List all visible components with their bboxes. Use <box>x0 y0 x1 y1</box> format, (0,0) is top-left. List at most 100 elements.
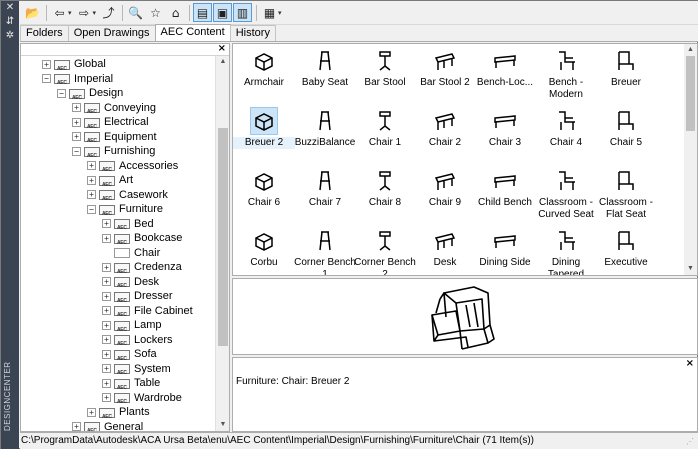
expand-icon[interactable]: + <box>72 422 81 431</box>
tree-node-accessories[interactable]: + AEC Accessories <box>87 159 178 173</box>
tree-node-bed[interactable]: + AEC Bed <box>102 217 154 231</box>
content-item-corbu[interactable]: Corbu <box>233 226 295 275</box>
expand-icon[interactable]: + <box>102 277 111 286</box>
content-item-corner-bench-2[interactable]: Corner Bench 2 <box>354 226 416 275</box>
tree-view-toggle-icon[interactable]: ▤ <box>193 3 213 22</box>
tree-node-dresser[interactable]: + AEC Dresser <box>102 289 173 304</box>
content-item-chair-4[interactable]: Chair 4 <box>535 106 597 164</box>
content-item-breuer[interactable]: Breuer <box>595 46 657 104</box>
tab-aec-content[interactable]: AEC Content <box>154 24 231 41</box>
expand-icon[interactable]: + <box>102 335 111 344</box>
tree-node-equipment[interactable]: + AEC Equipment <box>72 130 157 144</box>
content-item-breuer-2[interactable]: Breuer 2 <box>233 106 295 164</box>
expand-icon[interactable]: + <box>72 132 81 141</box>
views-icon[interactable]: ▦ <box>260 3 279 22</box>
content-item-desk[interactable]: Desk <box>414 226 476 275</box>
tree-node-furniture[interactable]: − AEC Furniture <box>87 202 163 217</box>
content-item-chair-3[interactable]: Chair 3 <box>474 106 536 164</box>
expand-icon[interactable]: + <box>102 393 111 402</box>
back-icon[interactable]: ⇦ <box>50 3 69 22</box>
content-item-dining-side[interactable]: Dining Side <box>474 226 536 275</box>
tree-node-plants[interactable]: + AEC Plants <box>87 405 150 420</box>
tab-history[interactable]: History <box>229 25 276 41</box>
content-item-chair-6[interactable]: Chair 6 <box>233 166 295 224</box>
expand-icon[interactable]: + <box>102 262 111 272</box>
expand-icon[interactable]: + <box>87 161 96 170</box>
scroll-up-icon[interactable]: ▲ <box>684 44 697 56</box>
tree-node-sofa[interactable]: + AEC Sofa <box>102 347 157 362</box>
content-item-child-bench[interactable]: Child Bench <box>474 166 536 224</box>
scroll-down-icon[interactable]: ▼ <box>684 263 697 275</box>
content-scroll-thumb[interactable] <box>686 56 695 131</box>
tree-scrollbar[interactable]: ▲ ▼ <box>215 56 229 431</box>
expand-icon[interactable]: + <box>102 349 111 359</box>
content-item-chair-2[interactable]: Chair 2 <box>414 106 476 164</box>
collapse-icon[interactable]: − <box>72 146 81 156</box>
close-tree-icon[interactable]: × <box>218 43 226 54</box>
properties-icon[interactable]: ✲ <box>1 29 19 43</box>
tree-node-casework[interactable]: + AEC Casework <box>87 188 168 202</box>
tab-open-drawings[interactable]: Open Drawings <box>67 25 156 41</box>
collapse-icon[interactable]: − <box>87 204 96 214</box>
resize-grip-icon[interactable]: ⋰ <box>686 437 696 447</box>
views-dropdown-icon[interactable]: ▾ <box>278 9 282 17</box>
content-item-bench-loc[interactable]: Bench-Loc... <box>474 46 536 104</box>
description-toggle-icon[interactable]: ▥ <box>233 3 253 22</box>
forward-icon[interactable]: ⇨ <box>75 3 94 22</box>
tree-node-file-cabinet[interactable]: + AEC File Cabinet <box>102 304 193 318</box>
search-icon[interactable]: 🔍 <box>126 3 145 22</box>
expand-icon[interactable]: + <box>102 233 111 243</box>
content-item-bar-stool-2[interactable]: Bar Stool 2 <box>414 46 476 104</box>
content-item-chair-7[interactable]: Chair 7 <box>294 166 356 224</box>
tree-node-furnishing[interactable]: − AEC Furnishing <box>72 144 155 159</box>
expand-icon[interactable]: + <box>87 175 96 185</box>
tree-node-electrical[interactable]: + AEC Electrical <box>72 115 149 130</box>
tree-node-credenza[interactable]: + AEC Credenza <box>102 260 182 275</box>
back-dropdown-icon[interactable]: ▾ <box>68 9 72 17</box>
tree-node-general[interactable]: + AEC General <box>72 420 143 431</box>
up-icon[interactable]: ⤴ <box>99 3 118 22</box>
content-item-armchair[interactable]: Armchair <box>233 46 295 104</box>
tree-node-global[interactable]: + AEC Global <box>42 57 106 72</box>
content-item-chair-1[interactable]: Chair 1 <box>354 106 416 164</box>
tree-node-lamp[interactable]: + AEC Lamp <box>102 318 162 333</box>
tree-node-wardrobe[interactable]: + AEC Wardrobe <box>102 391 182 405</box>
close-palette-icon[interactable]: ✕ <box>1 1 19 15</box>
content-item-chair-8[interactable]: Chair 8 <box>354 166 416 224</box>
content-item-baby-seat[interactable]: Baby Seat <box>294 46 356 104</box>
palette-title-bar[interactable]: ✕ ⇵ ✲ DESIGNCENTER <box>1 1 19 449</box>
content-item-buzzibalance[interactable]: BuzziBalance <box>294 106 356 164</box>
content-scrollbar[interactable]: ▲ ▼ <box>684 44 697 275</box>
content-item-corner-bench-1[interactable]: Corner Bench 1 <box>294 226 356 275</box>
tree-node-conveying[interactable]: + AEC Conveying <box>72 101 156 115</box>
expand-icon[interactable]: + <box>102 306 111 315</box>
content-item-classroom-curved-seat[interactable]: Classroom - Curved Seat <box>535 166 597 224</box>
tree-node-system[interactable]: + AEC System <box>102 362 171 376</box>
load-icon[interactable]: 📂 <box>23 3 42 22</box>
auto-hide-icon[interactable]: ⇵ <box>1 15 19 29</box>
expand-icon[interactable]: + <box>42 59 51 69</box>
forward-dropdown-icon[interactable]: ▾ <box>93 9 97 17</box>
expand-icon[interactable]: + <box>102 219 111 228</box>
tab-folders[interactable]: Folders <box>20 25 69 41</box>
tree-node-desk[interactable]: + AEC Desk <box>102 275 159 289</box>
collapse-icon[interactable]: − <box>42 74 51 83</box>
close-description-icon[interactable]: × <box>686 358 694 369</box>
preview-toggle-icon[interactable]: ▣ <box>213 3 233 22</box>
tree-node-art[interactable]: + AEC Art <box>87 173 133 188</box>
expand-icon[interactable]: + <box>72 117 81 127</box>
scroll-up-icon[interactable]: ▲ <box>216 56 230 68</box>
tree-node-bookcase[interactable]: + AEC Bookcase <box>102 231 182 246</box>
tree-node-design[interactable]: − AEC Design <box>57 86 123 101</box>
tree-node-chair[interactable]: Chair <box>102 246 160 260</box>
content-item-bar-stool[interactable]: Bar Stool <box>354 46 416 104</box>
expand-icon[interactable]: + <box>72 103 81 112</box>
content-item-dining-tapered[interactable]: Dining Tapered <box>535 226 597 275</box>
tree-scroll-thumb[interactable] <box>218 128 228 346</box>
tree-node-lockers[interactable]: + AEC Lockers <box>102 333 173 347</box>
content-item-executive[interactable]: Executive <box>595 226 657 275</box>
favorites-icon[interactable]: ☆ <box>146 3 165 22</box>
content-item-chair-5[interactable]: Chair 5 <box>595 106 657 164</box>
expand-icon[interactable]: + <box>87 190 96 199</box>
home-icon[interactable]: ⌂ <box>166 3 185 22</box>
